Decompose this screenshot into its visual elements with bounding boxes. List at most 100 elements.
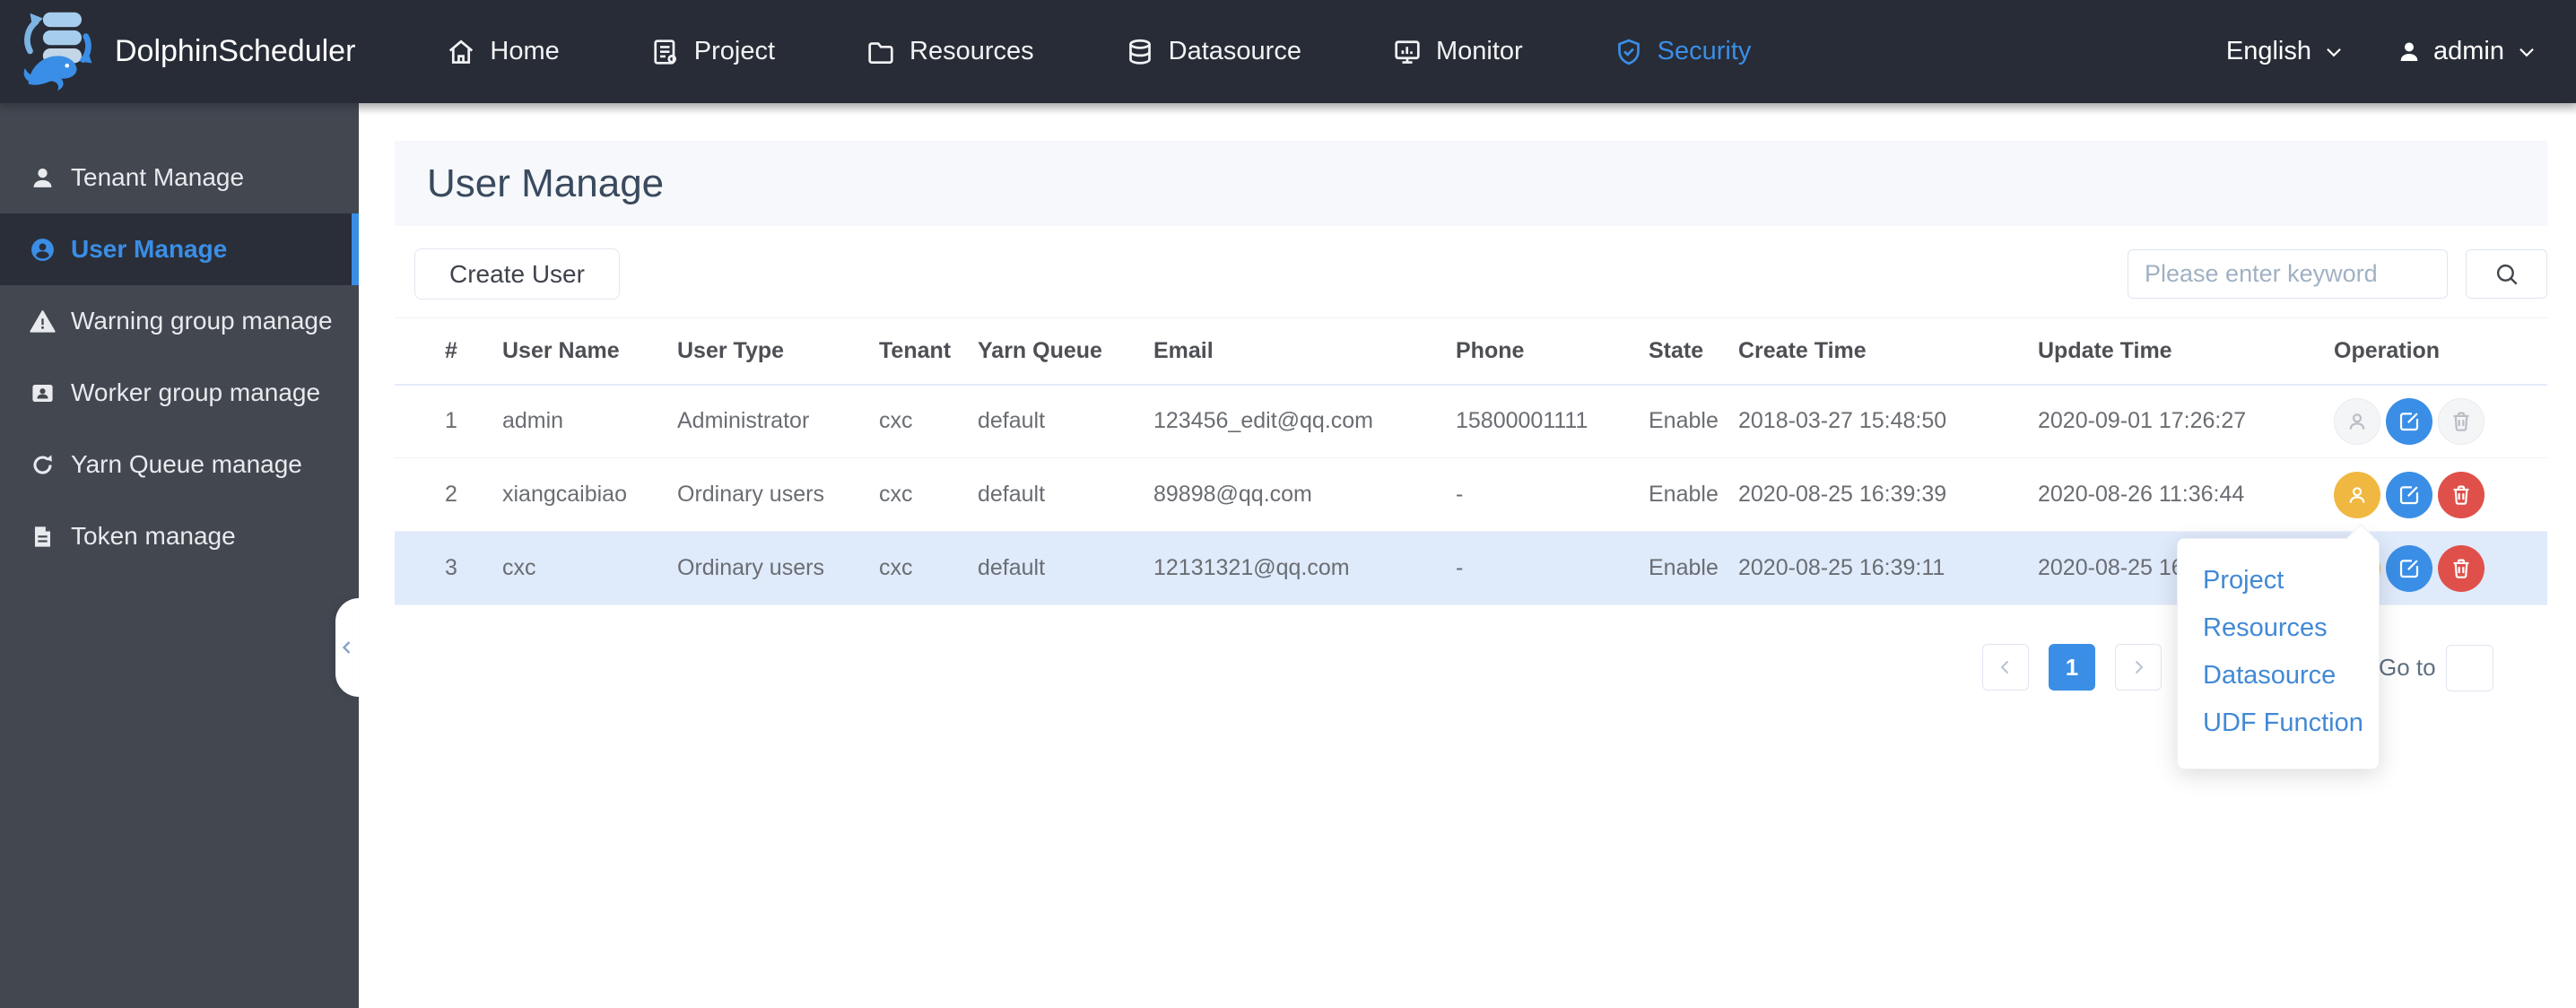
cell-update_time: 2020-08-26 11:36:44 bbox=[2038, 457, 2334, 532]
monitor-icon bbox=[1391, 36, 1423, 68]
sidebar-item-user-manage[interactable]: User Manage bbox=[0, 213, 359, 285]
nav-item-label: Security bbox=[1657, 37, 1752, 65]
sidebar-collapse-handle[interactable] bbox=[335, 598, 359, 697]
cell-state: Enable bbox=[1649, 384, 1738, 458]
nav-item-resources[interactable]: Resources bbox=[865, 36, 1034, 68]
sidebar-item-warning-group-manage[interactable]: Warning group manage bbox=[0, 285, 359, 357]
sidebar-item-yarn-queue-manage[interactable]: Yarn Queue manage bbox=[0, 429, 359, 500]
cell-tenant: cxc bbox=[879, 384, 978, 458]
user-menu[interactable]: admin bbox=[2396, 37, 2538, 66]
cell-email: 123456_edit@qq.com bbox=[1153, 384, 1456, 458]
cell-email: 12131321@qq.com bbox=[1153, 531, 1456, 605]
chevron-left-icon bbox=[342, 641, 351, 654]
toolbar: Create User bbox=[395, 248, 2547, 300]
nav-menu: Home Project Resources Datasource Monito… bbox=[445, 36, 1751, 68]
column-header: Operation bbox=[2334, 317, 2547, 386]
security-icon bbox=[1613, 36, 1645, 68]
search-button[interactable] bbox=[2466, 249, 2547, 299]
trash-icon bbox=[2453, 559, 2469, 578]
warning-icon bbox=[30, 309, 56, 333]
yarn-queue-icon bbox=[33, 454, 52, 474]
cell-yarn_queue: default bbox=[978, 384, 1153, 458]
nav-item-datasource[interactable]: Datasource bbox=[1124, 36, 1301, 68]
authorize-user-button bbox=[2334, 397, 2380, 445]
nav-item-security[interactable]: Security bbox=[1613, 36, 1752, 68]
edit-icon bbox=[2399, 485, 2419, 504]
project-icon bbox=[649, 36, 682, 68]
username-label: admin bbox=[2433, 37, 2504, 65]
cell-phone: 15800001111 bbox=[1456, 384, 1649, 458]
menu-item-udf-function[interactable]: UDF Function bbox=[2178, 700, 2379, 747]
prev-page-button[interactable] bbox=[1982, 644, 2029, 691]
worker-icon bbox=[32, 384, 53, 402]
delete-user-button[interactable] bbox=[2438, 544, 2485, 592]
table-row[interactable]: 2 xiangcaibiao Ordinary users cxc default 898… bbox=[395, 457, 2547, 532]
edit-icon bbox=[2399, 413, 2419, 430]
tenant-icon bbox=[33, 168, 52, 187]
cell-user_name: cxc bbox=[502, 531, 677, 605]
sidebar-item-tenant-manage[interactable]: Tenant Manage bbox=[0, 142, 359, 213]
page-1-button[interactable]: 1 bbox=[2049, 644, 2095, 691]
cell-user_name: xiangcaibiao bbox=[502, 457, 677, 532]
language-selector[interactable]: English bbox=[2226, 37, 2345, 66]
edit-user-button[interactable] bbox=[2386, 544, 2432, 592]
edit-icon bbox=[2399, 559, 2419, 578]
edit-user-button[interactable] bbox=[2386, 397, 2432, 445]
cell-tenant: cxc bbox=[879, 531, 978, 605]
search-input[interactable] bbox=[2128, 249, 2448, 299]
column-header: Phone bbox=[1456, 317, 1649, 386]
menu-item-datasource[interactable]: Datasource bbox=[2178, 652, 2379, 700]
nav-right: English admin bbox=[2226, 37, 2538, 66]
cell-user_type: Ordinary users bbox=[677, 457, 879, 532]
search-box bbox=[2128, 249, 2547, 299]
cell-phone: - bbox=[1456, 457, 1649, 532]
cell-index: 2 bbox=[395, 457, 502, 532]
sidebar: Tenant Manage User Manage Warning group … bbox=[0, 103, 359, 1008]
sidebar-item-label: Tenant Manage bbox=[71, 163, 245, 191]
sidebar-item-label: Yarn Queue manage bbox=[71, 450, 302, 478]
page-title: User Manage bbox=[427, 161, 665, 205]
nav-item-project[interactable]: Project bbox=[649, 36, 775, 68]
trash-icon bbox=[2453, 412, 2469, 431]
cell-operation bbox=[2334, 457, 2547, 532]
column-header: Yarn Queue bbox=[978, 317, 1153, 386]
page-header: User Manage bbox=[395, 141, 2547, 226]
edit-user-button[interactable] bbox=[2386, 471, 2432, 518]
person-icon bbox=[2349, 413, 2365, 430]
nav-item-monitor[interactable]: Monitor bbox=[1391, 36, 1523, 68]
create-user-button[interactable]: Create User bbox=[414, 248, 620, 300]
search-icon bbox=[2496, 264, 2518, 285]
goto-page-input[interactable] bbox=[2446, 645, 2493, 691]
table-row[interactable]: 1 admin Administrator cxc default 123456_edit… bbox=[395, 384, 2547, 458]
table-header-row: # User Name User Type Tenant Yarn Queue … bbox=[395, 317, 2547, 386]
brand[interactable]: DolphinScheduler bbox=[20, 8, 355, 95]
delete-user-button[interactable] bbox=[2438, 471, 2485, 518]
user-circle-icon bbox=[31, 238, 54, 261]
menu-item-project[interactable]: Project bbox=[2178, 557, 2379, 604]
menu-item-resources[interactable]: Resources bbox=[2178, 604, 2379, 652]
cell-yarn_queue: default bbox=[978, 531, 1153, 605]
token-icon bbox=[34, 526, 51, 547]
sidebar-item-label: User Manage bbox=[71, 235, 228, 263]
next-page-button[interactable] bbox=[2115, 644, 2162, 691]
sidebar-item-token-manage[interactable]: Token manage bbox=[0, 500, 359, 572]
cell-create_time: 2018-03-27 15:48:50 bbox=[1738, 384, 2038, 458]
cell-operation bbox=[2334, 384, 2547, 458]
cell-state: Enable bbox=[1649, 531, 1738, 605]
cell-create_time: 2020-08-25 16:39:39 bbox=[1738, 457, 2038, 532]
cell-email: 89898@qq.com bbox=[1153, 457, 1456, 532]
cell-user_name: admin bbox=[502, 384, 677, 458]
column-header: Email bbox=[1153, 317, 1456, 386]
column-header: # bbox=[395, 317, 502, 386]
cell-state: Enable bbox=[1649, 457, 1738, 532]
sidebar-item-worker-group-manage[interactable]: Worker group manage bbox=[0, 357, 359, 429]
cell-tenant: cxc bbox=[879, 457, 978, 532]
nav-item-home[interactable]: Home bbox=[445, 36, 560, 68]
chevron-down-icon bbox=[2327, 48, 2341, 56]
nav-item-label: Project bbox=[693, 37, 776, 65]
nav-item-label: Datasource bbox=[1168, 37, 1301, 65]
authorize-user-button[interactable] bbox=[2334, 471, 2380, 518]
column-header: Create Time bbox=[1738, 317, 2038, 386]
datasource-icon bbox=[1124, 36, 1156, 68]
person-icon bbox=[2349, 486, 2365, 503]
